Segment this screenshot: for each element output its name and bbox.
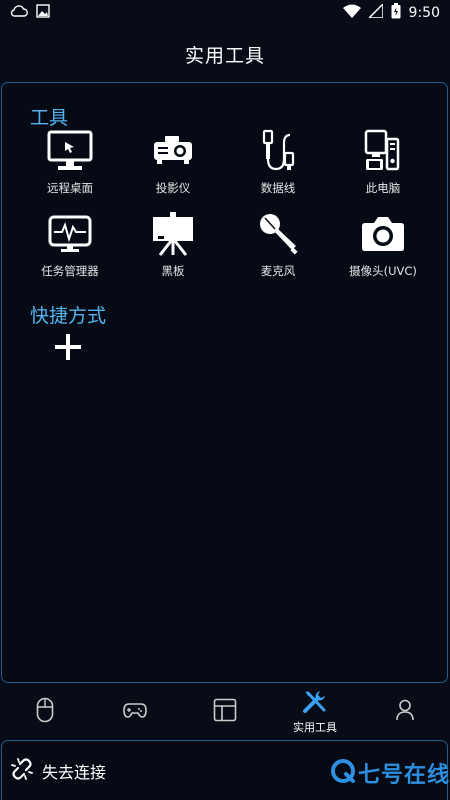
watermark: 七号在线 [330,758,450,788]
tools-panel: 工具 远程桌面 投影仪 数据线 此电脑 任务管理器 黑板 麦克风 摄像头(UVC… [1,82,448,683]
tool-task-manager[interactable]: 任务管理器 [20,210,120,286]
tools-section-title: 工具 [30,107,69,129]
app-header: 实用工具 [0,26,450,82]
layout-icon [213,698,237,726]
camera-icon [359,210,407,258]
tool-camera-uvc[interactable]: 摄像头(UVC) [333,210,433,286]
tool-label: 摄像头(UVC) [349,264,417,278]
watermark-text: 七号在线 [357,763,450,788]
page-title: 实用工具 [184,44,265,67]
tool-label: 黑板 [161,264,185,278]
add-shortcut-button[interactable] [52,333,84,365]
user-icon [395,699,415,725]
task-manager-icon [46,210,94,258]
projector-icon [149,127,197,175]
plus-icon [55,334,81,364]
tool-remote-desktop[interactable]: 远程桌面 [20,127,120,203]
tool-label: 数据线 [260,181,296,195]
tools-icon [302,690,328,718]
signal-icon [366,2,384,22]
tool-label: 麦克风 [260,264,296,278]
usb-cable-icon [254,127,302,175]
connection-status-text: 失去连接 [42,762,107,782]
gamepad-icon [123,701,147,723]
nav-tools-label: 实用工具 [293,720,337,734]
broken-link-icon [10,757,34,785]
shortcuts-section-title: 快捷方式 [30,305,107,327]
tool-label: 此电脑 [365,181,401,195]
status-time: 9:50 [408,5,440,21]
tool-label: 投影仪 [155,181,191,195]
wifi-icon [342,4,361,22]
tool-this-pc[interactable]: 此电脑 [333,127,433,203]
watermark-logo-icon [330,758,356,788]
blackboard-icon [149,210,197,258]
bottom-nav: 实用工具 [0,686,450,738]
mouse-icon [36,697,54,727]
monitor-icon [46,127,94,175]
status-bar: 9:50 [0,0,450,26]
nav-profile[interactable] [360,686,450,738]
battery-icon [391,3,401,23]
image-icon [36,4,50,22]
tool-data-cable[interactable]: 数据线 [228,127,328,203]
cloud-icon [10,4,28,22]
tool-projector[interactable]: 投影仪 [123,127,223,203]
microphone-icon [254,210,302,258]
computer-icon [359,127,407,175]
nav-mouse[interactable] [0,686,90,738]
tool-label: 远程桌面 [47,181,93,195]
tool-microphone[interactable]: 麦克风 [228,210,328,286]
nav-layout[interactable] [180,686,270,738]
nav-tools[interactable]: 实用工具 [270,686,360,738]
nav-gamepad[interactable] [90,686,180,738]
tool-blackboard[interactable]: 黑板 [123,210,223,286]
tool-label: 任务管理器 [41,264,99,278]
